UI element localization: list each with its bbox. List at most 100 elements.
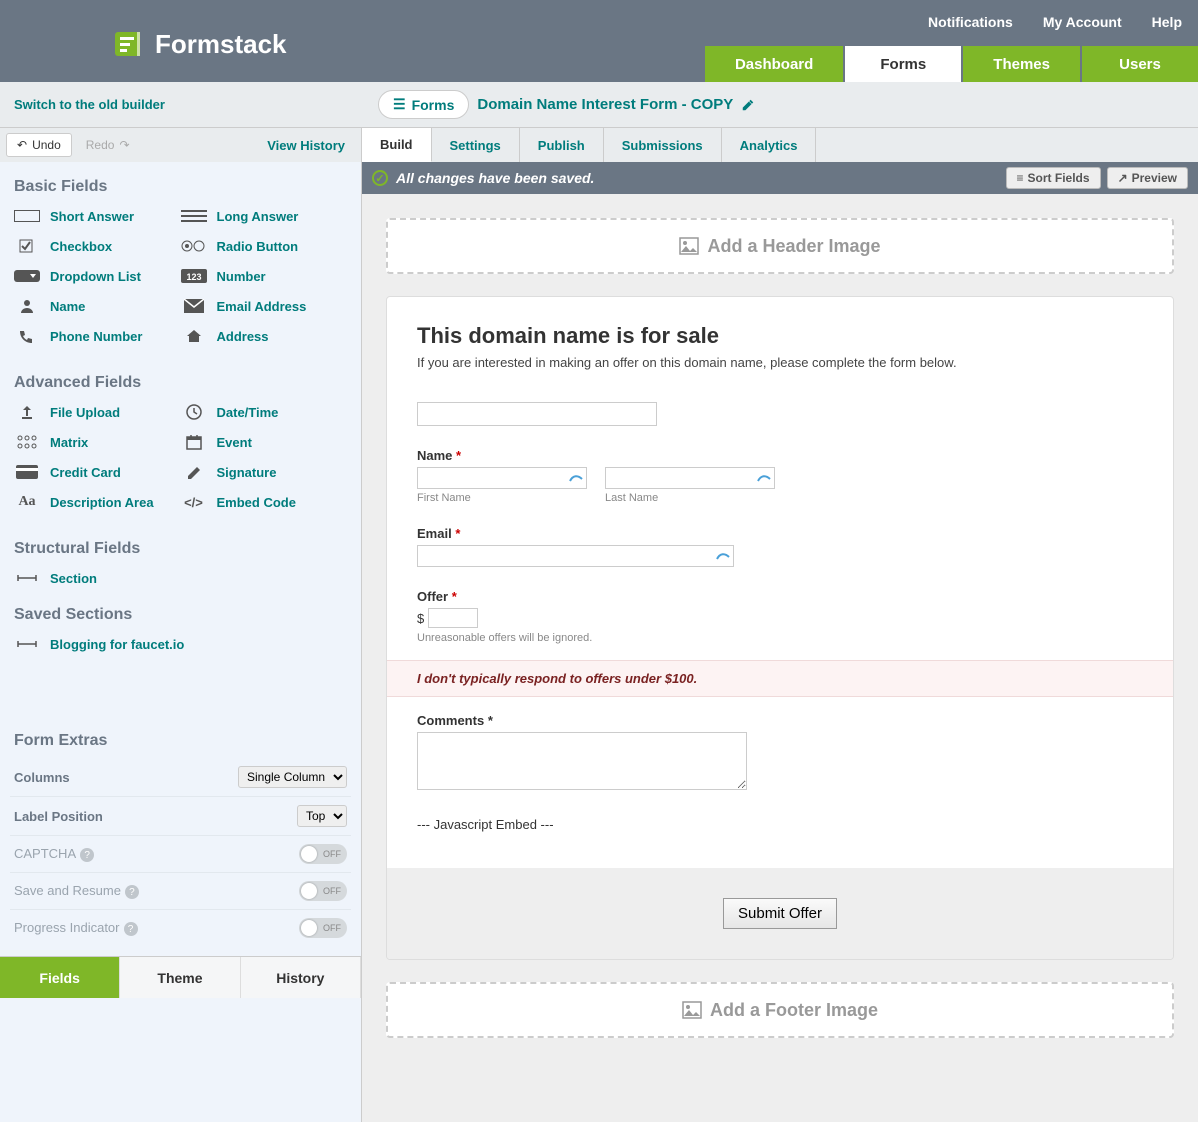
field-name[interactable]: Name — [14, 298, 181, 314]
saved-section-blogging[interactable]: Blogging for faucet.io — [14, 636, 347, 652]
sidebar-tab-theme[interactable]: Theme — [120, 957, 240, 998]
link-help[interactable]: Help — [1152, 14, 1182, 30]
undo-button[interactable]: ↶ Undo — [6, 133, 72, 157]
field-credit-card[interactable]: Credit Card — [14, 464, 181, 480]
formstack-logo-icon — [115, 28, 147, 60]
help-icon[interactable]: ? — [125, 885, 139, 899]
first-name-sublabel: First Name — [417, 492, 587, 504]
label-position-select[interactable]: Top — [297, 805, 347, 827]
undo-icon: ↶ — [17, 138, 27, 152]
field-dropdown-list[interactable]: Dropdown List — [14, 268, 181, 284]
field-event[interactable]: Event — [181, 434, 348, 450]
nav-themes[interactable]: Themes — [963, 46, 1080, 82]
tab-publish[interactable]: Publish — [520, 128, 604, 162]
extra-save-resume: Save and Resume? OFF — [10, 872, 351, 909]
field-file-upload[interactable]: File Upload — [14, 404, 181, 420]
field-long-answer[interactable]: Long Answer — [181, 208, 348, 224]
field-matrix[interactable]: Matrix — [14, 434, 181, 450]
preview-button[interactable]: ↗Preview — [1107, 167, 1188, 189]
basic-fields-heading: Basic Fields — [0, 162, 361, 204]
field-label: Long Answer — [217, 209, 299, 224]
calendar-icon — [181, 434, 207, 450]
sidebar-tab-fields[interactable]: Fields — [0, 957, 120, 998]
required-asterisk: * — [455, 526, 460, 541]
nav-dashboard[interactable]: Dashboard — [705, 46, 843, 82]
number-icon: 123 — [181, 268, 207, 284]
sidebar-tab-history[interactable]: History — [241, 957, 361, 998]
brand-logo[interactable]: Formstack — [115, 28, 287, 60]
envelope-icon — [181, 298, 207, 314]
add-footer-image-label: Add a Footer Image — [710, 1000, 878, 1021]
top-header: Formstack Notifications My Account Help … — [0, 0, 1198, 82]
edit-title-icon[interactable] — [741, 98, 755, 112]
tab-settings[interactable]: Settings — [432, 128, 520, 162]
help-icon[interactable]: ? — [124, 922, 138, 936]
nav-users[interactable]: Users — [1082, 46, 1198, 82]
email-label: Email — [417, 526, 452, 541]
field-number[interactable]: 123Number — [181, 268, 348, 284]
field-embed-code[interactable]: </>Embed Code — [181, 494, 348, 510]
tab-build[interactable]: Build — [362, 128, 432, 162]
extra-progress-label: Progress Indicator — [14, 920, 120, 935]
last-name-input[interactable] — [605, 467, 775, 489]
email-input[interactable] — [417, 545, 734, 567]
comments-textarea[interactable] — [417, 732, 747, 790]
js-embed-placeholder: --- Javascript Embed --- — [417, 799, 1143, 858]
secondary-bar: Switch to the old builder ☰ Forms Domain… — [0, 82, 1198, 128]
tab-submissions[interactable]: Submissions — [604, 128, 722, 162]
field-address[interactable]: Address — [181, 328, 348, 344]
tab-analytics[interactable]: Analytics — [722, 128, 817, 162]
link-notifications[interactable]: Notifications — [928, 14, 1013, 30]
field-short-answer[interactable]: Short Answer — [14, 208, 181, 224]
signature-icon — [181, 464, 207, 480]
brand-name: Formstack — [155, 29, 287, 60]
add-footer-image[interactable]: Add a Footer Image — [386, 982, 1174, 1038]
field-radio-button[interactable]: Radio Button — [181, 238, 348, 254]
nav-forms[interactable]: Forms — [845, 46, 961, 82]
columns-select[interactable]: Single Column — [238, 766, 347, 788]
field-checkbox[interactable]: Checkbox — [14, 238, 181, 254]
sort-icon: ≡ — [1017, 171, 1024, 185]
field-label: Name — [50, 299, 85, 314]
long-answer-icon — [181, 208, 207, 224]
offer-input[interactable] — [428, 608, 478, 628]
captcha-toggle[interactable]: OFF — [299, 844, 347, 864]
extra-label-position: Label Position Top — [10, 796, 351, 835]
field-email-address[interactable]: Email Address — [181, 298, 348, 314]
redo-icon: ↷ — [119, 138, 129, 152]
field-label: Credit Card — [50, 465, 121, 480]
save-resume-toggle[interactable]: OFF — [299, 881, 347, 901]
field-label: Signature — [217, 465, 277, 480]
autofill-icon — [715, 547, 731, 563]
section-icon — [14, 636, 40, 652]
offer-currency: $ — [417, 611, 424, 626]
breadcrumb-forms-button[interactable]: ☰ Forms — [378, 90, 469, 119]
section-icon — [14, 570, 40, 586]
field-description-area[interactable]: AaDescription Area — [14, 494, 181, 510]
field-datetime[interactable]: Date/Time — [181, 404, 348, 420]
unnamed-field-input[interactable] — [417, 402, 657, 426]
help-icon[interactable]: ? — [80, 848, 94, 862]
field-section[interactable]: Section — [14, 570, 347, 586]
extra-label-position-label: Label Position — [14, 809, 103, 824]
view-history-link[interactable]: View History — [267, 138, 355, 153]
field-signature[interactable]: Signature — [181, 464, 348, 480]
email-field-block: Email * — [417, 526, 1143, 567]
add-header-image[interactable]: Add a Header Image — [386, 218, 1174, 274]
radio-icon — [181, 238, 207, 254]
link-my-account[interactable]: My Account — [1043, 14, 1122, 30]
section-tabs: Build Settings Publish Submissions Analy… — [362, 128, 1198, 162]
external-link-icon: ↗ — [1118, 171, 1128, 185]
dropdown-icon — [14, 268, 40, 284]
switch-old-builder-link[interactable]: Switch to the old builder — [14, 97, 165, 112]
form-preview-card: This domain name is for sale If you are … — [386, 296, 1174, 960]
first-name-input[interactable] — [417, 467, 587, 489]
offer-field-block: Offer * $ Unreasonable offers will be ig… — [417, 589, 1143, 644]
form-title-crumb: Domain Name Interest Form - COPY — [477, 96, 733, 113]
field-label: Embed Code — [217, 495, 296, 510]
submit-offer-button[interactable]: Submit Offer — [723, 898, 837, 929]
redo-button[interactable]: Redo ↷ — [76, 134, 140, 156]
progress-toggle[interactable]: OFF — [299, 918, 347, 938]
sort-fields-button[interactable]: ≡Sort Fields — [1006, 167, 1101, 189]
field-phone-number[interactable]: Phone Number — [14, 328, 181, 344]
